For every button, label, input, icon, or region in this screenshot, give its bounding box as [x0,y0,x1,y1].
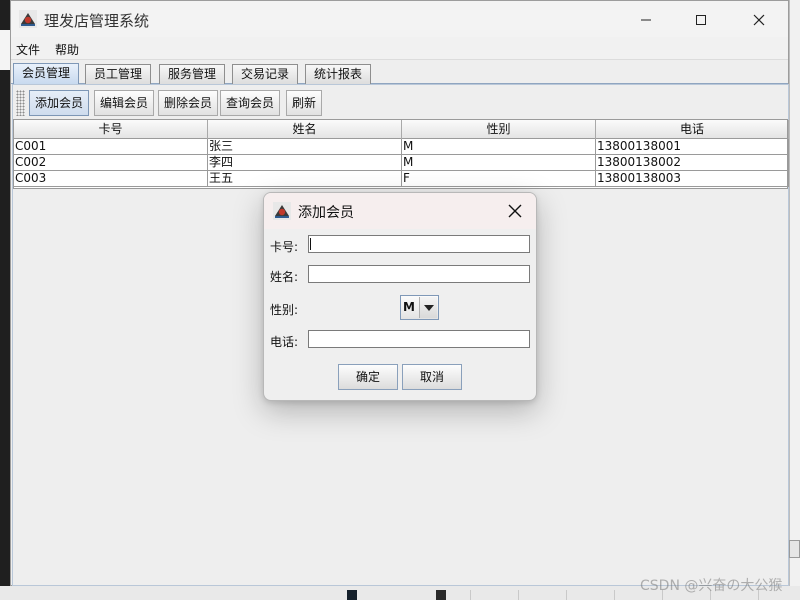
toolbar-grip-handle[interactable] [16,90,25,116]
refresh-button[interactable]: 刷新 [286,90,323,116]
table-row[interactable]: C002 李四 M 13800138002 [14,155,789,171]
delete-member-button[interactable]: 删除会员 [158,90,219,116]
confirm-button[interactable]: 确定 [338,364,398,390]
dialog-close-button[interactable] [504,200,526,222]
phone-field[interactable] [308,330,530,348]
cell-gender: F [402,171,596,187]
background-window-fragment [0,30,10,70]
cell-phone: 13800138002 [596,155,789,171]
cell-name: 李四 [208,155,402,171]
menu-file[interactable]: 文件 [16,41,40,58]
background-window-fragment-right [789,0,800,586]
maximize-button[interactable] [681,7,721,33]
dropdown-arrow-button[interactable] [419,297,437,318]
java-app-icon [19,10,37,28]
watermark: CSDN @兴奋の大公猴 [640,578,783,594]
minimize-button[interactable] [626,7,666,33]
close-icon [508,204,522,218]
cell-phone: 13800138003 [596,171,789,187]
tab-service-management[interactable]: 服务管理 [159,64,226,84]
phone-label: 电话: [270,335,299,349]
chevron-down-icon [423,304,434,311]
add-member-dialog: 添加会员 卡号: 姓名: 性别: M 电话: 确定 取消 [263,192,537,401]
cell-name: 王五 [208,171,402,187]
add-member-button[interactable]: 添加会员 [29,90,90,116]
member-table: 卡号 姓名 性别 电话 C001 张三 M 13800138001 C002 李… [13,119,789,189]
toolbar: 添加会员 编辑会员 删除会员 查询会员 刷新 [13,86,788,120]
tab-member-management[interactable]: 会员管理 [13,63,80,85]
card-no-field[interactable] [308,235,530,253]
menu-help[interactable]: 帮助 [55,41,79,58]
window-title: 理发店管理系统 [44,12,150,30]
cell-card-no: C003 [14,171,208,187]
tab-statistics-reports[interactable]: 统计报表 [305,64,372,84]
table-header: 卡号 姓名 性别 电话 [14,120,789,139]
table-row[interactable]: C001 张三 M 13800138001 [14,139,789,155]
gender-selected-value: M [403,300,415,314]
dialog-title-bar: 添加会员 [264,193,536,229]
cell-gender: M [402,155,596,171]
tab-employee-management[interactable]: 员工管理 [85,64,152,84]
column-header-gender[interactable]: 性别 [402,120,596,139]
tab-strip: 会员管理 员工管理 服务管理 交易记录 统计报表 [11,62,788,85]
close-button[interactable] [739,7,779,33]
maximize-icon [696,15,706,25]
name-field[interactable] [308,265,530,283]
tab-transaction-records[interactable]: 交易记录 [232,64,299,84]
gender-select[interactable]: M [400,295,439,320]
cell-name: 张三 [208,139,402,155]
java-app-icon [273,202,291,220]
close-icon [753,14,765,26]
column-header-phone[interactable]: 电话 [596,120,789,139]
taskbar-item [436,590,446,600]
name-label: 姓名: [270,270,299,284]
minimize-icon [641,19,651,21]
cancel-button[interactable]: 取消 [402,364,462,390]
cell-phone: 13800138001 [596,139,789,155]
card-no-label: 卡号: [270,240,299,254]
cell-card-no: C001 [14,139,208,155]
dialog-title: 添加会员 [298,205,354,221]
title-bar: 理发店管理系统 [11,1,788,37]
taskbar-item [347,590,357,600]
cell-gender: M [402,139,596,155]
query-member-button[interactable]: 查询会员 [220,90,281,116]
background-button-fragment [789,540,800,558]
column-header-name[interactable]: 姓名 [208,120,402,139]
table-row[interactable]: C003 王五 F 13800138003 [14,171,789,187]
gender-label: 性别: [270,303,299,317]
column-header-card-no[interactable]: 卡号 [14,120,208,139]
cell-card-no: C002 [14,155,208,171]
menu-bar: 文件 帮助 [11,37,788,60]
edit-member-button[interactable]: 编辑会员 [94,90,155,116]
